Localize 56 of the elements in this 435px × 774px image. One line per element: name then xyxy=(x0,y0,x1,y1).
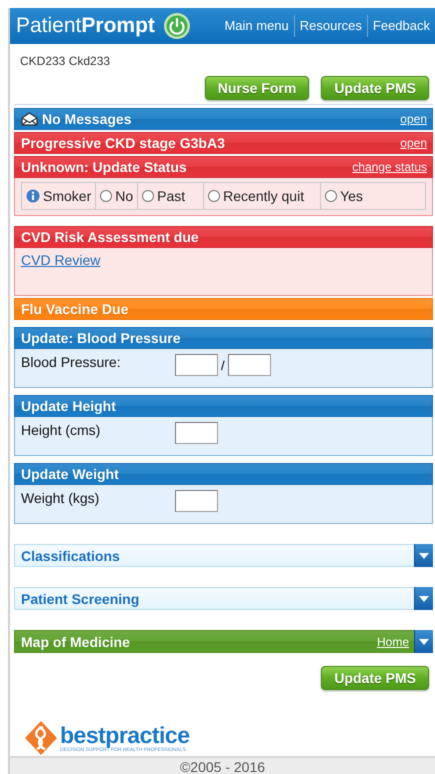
dropdown-toggle[interactable] xyxy=(414,544,433,567)
radio-button[interactable] xyxy=(142,190,154,202)
section-title: Patient Screening xyxy=(21,590,140,606)
section-header[interactable]: Classifications xyxy=(14,544,433,567)
copyright-text: ©2005 - 2016 xyxy=(10,756,435,774)
app-logo-text: PatientPrompt xyxy=(16,14,155,38)
envelope-icon xyxy=(21,112,38,126)
section-title: Classifications xyxy=(21,548,120,564)
section-title: Update Weight xyxy=(21,466,119,482)
info-icon xyxy=(26,189,40,203)
logo-text: bestpractice xyxy=(60,723,190,747)
radio-option[interactable]: Recently quit xyxy=(203,183,320,209)
radio-option[interactable]: No xyxy=(95,183,138,209)
separator-text: / xyxy=(221,358,225,373)
section-title: CVD Risk Assessment due xyxy=(21,229,199,245)
nav-link[interactable]: Resources xyxy=(294,15,367,37)
input-field[interactable] xyxy=(175,354,218,376)
radio-option[interactable]: Yes xyxy=(320,183,425,209)
field-label: Blood Pressure: xyxy=(21,354,122,370)
section-title: No Messages xyxy=(42,111,132,127)
patient-name: CKD233 Ckd233 xyxy=(20,54,112,68)
input-field[interactable] xyxy=(228,354,271,376)
field-label: Height (cms) xyxy=(21,422,102,438)
section-header[interactable]: Map of Medicine Home xyxy=(14,630,433,653)
power-icon xyxy=(162,12,191,40)
section-title: Flu Vaccine Due xyxy=(21,301,128,317)
nav-link[interactable]: Main menu xyxy=(219,15,294,37)
section-title: Update: Blood Pressure xyxy=(21,330,180,346)
caret-icon xyxy=(419,595,429,602)
section-title: Progressive CKD stage G3bA3 xyxy=(21,135,225,151)
radio-button[interactable] xyxy=(100,190,112,202)
section-link[interactable]: Home xyxy=(376,634,409,648)
field-label: Weight (kgs) xyxy=(21,490,100,506)
input-field[interactable] xyxy=(175,490,218,512)
dropdown-toggle[interactable] xyxy=(414,587,433,610)
caret-icon xyxy=(419,638,429,645)
input-field[interactable] xyxy=(175,422,218,444)
caret-icon xyxy=(419,552,429,559)
dropdown-toggle[interactable] xyxy=(414,630,433,653)
section-title: Map of Medicine xyxy=(21,634,130,650)
radio-button[interactable] xyxy=(208,190,220,202)
section-title: Update Height xyxy=(21,398,116,414)
nurse-form-button[interactable]: Nurse Form xyxy=(204,76,310,100)
field-label: Smoker xyxy=(43,188,92,204)
swirl-diamond-icon xyxy=(24,720,58,756)
review-link[interactable]: CVD Review xyxy=(21,252,100,268)
section-header[interactable]: Patient Screening xyxy=(14,587,433,610)
section-title: Unknown: Update Status xyxy=(21,159,187,175)
section-link[interactable]: change status xyxy=(352,160,427,174)
update-pms-button[interactable]: Update PMS xyxy=(321,666,429,690)
section-link[interactable]: open xyxy=(400,136,427,150)
nav-link[interactable]: Feedback xyxy=(366,15,435,37)
update-pms-button[interactable]: Update PMS xyxy=(321,76,429,100)
radio-option[interactable]: Past xyxy=(137,183,204,209)
section-link[interactable]: open xyxy=(400,112,427,126)
radio-button[interactable] xyxy=(325,190,338,202)
